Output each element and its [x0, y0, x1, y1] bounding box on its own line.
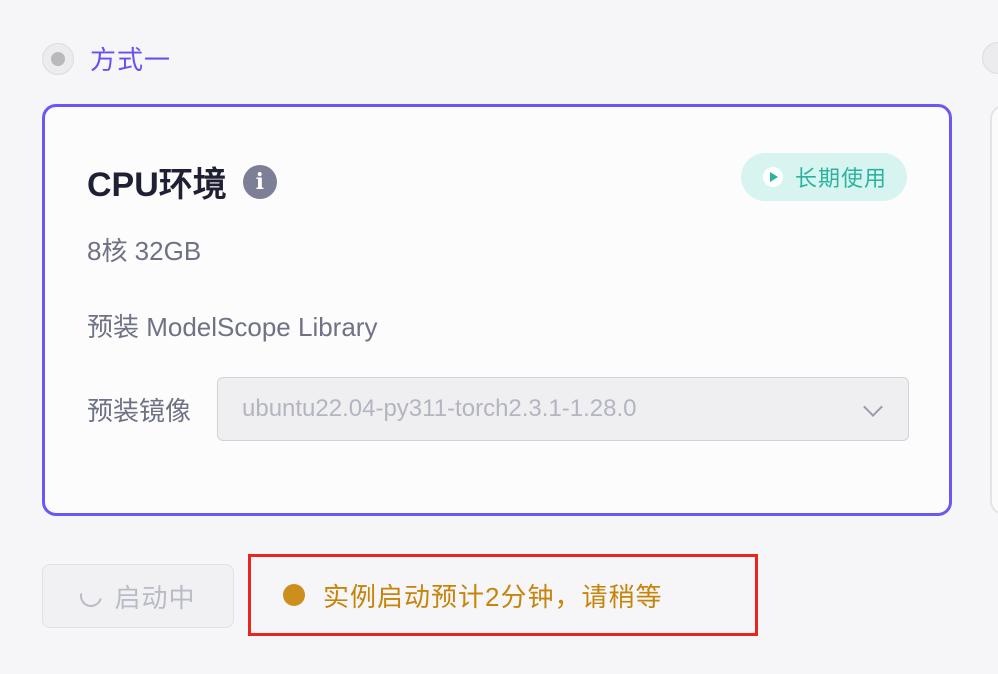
chevron-down-icon [863, 397, 883, 417]
card-title-row: CPU环境 i [87, 157, 277, 206]
info-icon[interactable]: i [242, 164, 277, 199]
environment-card[interactable]: CPU环境 i 长期使用 8核 32GB 预装 ModelScope Libra… [42, 104, 952, 516]
badge-label: 长期使用 [794, 166, 887, 191]
image-select-value: ubuntu22.04-py311-torch2.3.1-1.28.0 [242, 395, 637, 422]
launch-button-label: 启动中 [114, 582, 196, 613]
notice-text: 实例启动预计2分钟，请稍等 [323, 581, 663, 612]
library-text: 预装 ModelScope Library [87, 312, 378, 342]
launch-notice: 实例启动预计2分钟，请稍等 [248, 554, 758, 636]
page: 方式一 CPU环境 i 长期使用 8核 32GB 预装 ModelScope L… [0, 0, 998, 674]
play-icon [762, 167, 783, 187]
loading-spinner-icon [76, 580, 107, 612]
option-card-2-edge[interactable] [990, 105, 998, 515]
long-term-badge: 长期使用 [740, 153, 907, 201]
spec-text: 8核 32GB [87, 236, 202, 266]
option-radio[interactable] [42, 42, 74, 75]
image-label: 预装镜像 [87, 396, 192, 426]
option-radio-2[interactable] [982, 42, 998, 74]
image-select[interactable]: ubuntu22.04-py311-torch2.3.1-1.28.0 [217, 377, 909, 441]
option-radio-row[interactable]: 方式一 [42, 40, 171, 77]
radio-dot-icon [51, 51, 65, 66]
option-label[interactable]: 方式一 [90, 40, 171, 77]
card-title: CPU环境 [87, 166, 227, 204]
status-dot-icon [283, 584, 305, 606]
launch-button[interactable]: 启动中 [42, 564, 234, 628]
